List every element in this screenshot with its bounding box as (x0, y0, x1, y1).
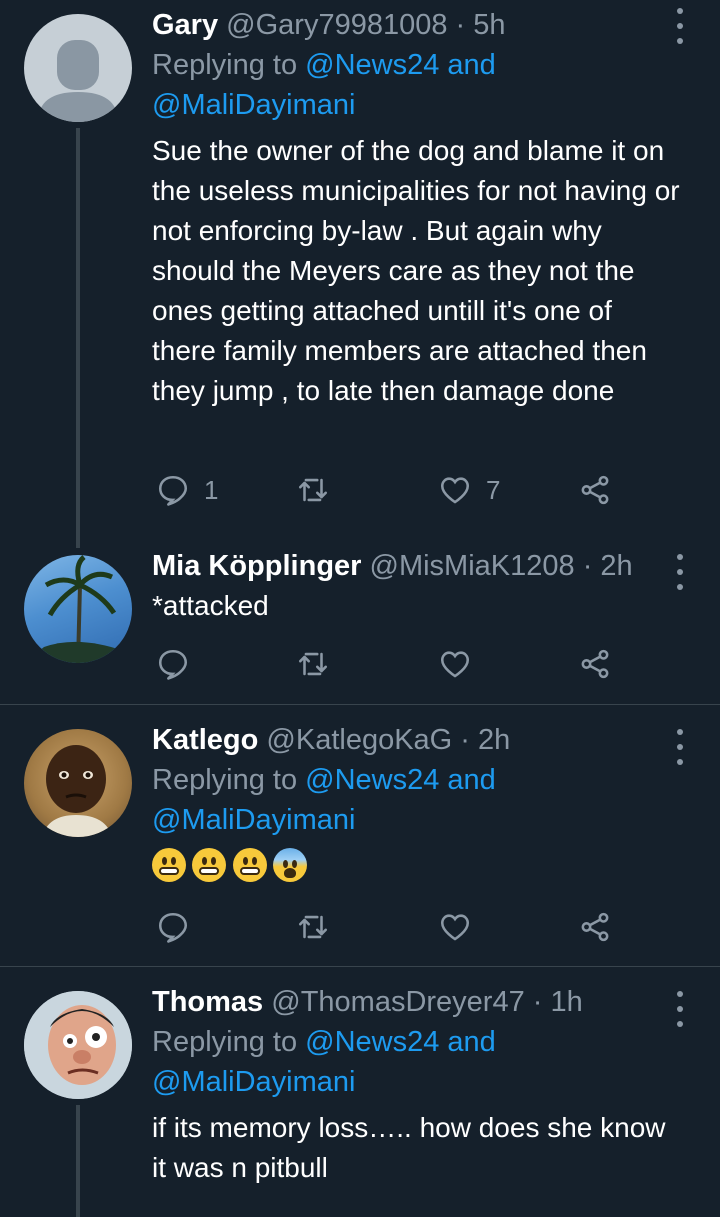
grimacing-face-icon (152, 848, 186, 882)
timestamp[interactable]: · 5h (456, 9, 506, 41)
caricature-face-image (24, 991, 132, 1099)
reply-icon (158, 475, 188, 506)
retweet-icon (298, 652, 328, 676)
handle[interactable]: @ThomasDreyer47 (271, 986, 524, 1018)
display-name[interactable]: Thomas (152, 986, 263, 1018)
avatar-mia[interactable] (24, 555, 132, 663)
display-name[interactable]: Katlego (152, 724, 258, 756)
reply-button[interactable]: 1 (156, 470, 218, 510)
retweet-icon (298, 915, 328, 939)
replying-to: Replying to @News24 and @MaliDayimani (152, 764, 496, 836)
anxious-face-with-sweat-icon (273, 848, 308, 882)
more-options-icon[interactable] (670, 8, 690, 44)
grimacing-face-icon (192, 848, 227, 882)
tweet-actions (152, 644, 632, 684)
thread-line (76, 128, 80, 548)
mention-link-malidayimani[interactable]: @MaliDayimani (152, 804, 355, 836)
more-options-icon[interactable] (670, 729, 690, 765)
like-count: 7 (486, 474, 501, 505)
mention-link-news24[interactable]: @News24 and (305, 764, 496, 796)
like-button[interactable] (438, 644, 486, 684)
tweet-header: Gary @Gary79981008 · 5h (152, 5, 680, 45)
display-name[interactable]: Mia Köpplinger (152, 550, 361, 582)
retweet-button[interactable] (296, 470, 344, 510)
avatar-thomas[interactable] (24, 991, 132, 1099)
more-options-icon[interactable] (670, 554, 690, 590)
tweet-header: Katlego @KatlegoKaG · 2h (152, 720, 680, 760)
handle[interactable]: @Gary79981008 (226, 9, 447, 41)
share-button[interactable] (578, 470, 612, 510)
emoji-row (152, 848, 680, 888)
heart-icon (440, 914, 470, 941)
reply-button[interactable] (156, 907, 204, 947)
reply-icon (158, 649, 188, 680)
tweet-header: Mia Köpplinger @MisMiaK1208 · 2h (152, 546, 680, 586)
mention-link-news24[interactable]: @News24 and (305, 1026, 496, 1058)
reply-icon (158, 912, 188, 943)
boy-photo-image (42, 745, 112, 837)
tweet-actions (152, 907, 632, 947)
tweet-text: Sue the owner of the dog and blame it on… (152, 135, 680, 406)
retweet-button[interactable] (296, 644, 344, 684)
retweet-icon (298, 478, 328, 502)
reply-button[interactable] (156, 644, 204, 684)
heart-icon (440, 651, 470, 678)
handle[interactable]: @MisMiaK1208 (370, 550, 575, 582)
replying-to: Replying to @News24 and @MaliDayimani (152, 49, 496, 121)
share-icon (581, 475, 609, 505)
handle[interactable]: @KatlegoKaG (266, 724, 452, 756)
timestamp[interactable]: · 1h (533, 986, 583, 1018)
tweet-mia[interactable]: Mia Köpplinger @MisMiaK1208 · 2h *attack… (0, 540, 720, 704)
default-avatar-icon (38, 40, 118, 122)
grimacing-face-icon (232, 848, 267, 882)
more-options-icon[interactable] (670, 991, 690, 1027)
timestamp[interactable]: · 2h (460, 724, 510, 756)
heart-icon (440, 477, 470, 504)
share-icon (581, 912, 609, 942)
replying-to: Replying to @News24 and @MaliDayimani (152, 1026, 496, 1098)
tweet-text: *attacked (152, 590, 269, 621)
like-button[interactable] (438, 907, 486, 947)
mention-link-malidayimani[interactable]: @MaliDayimani (152, 89, 355, 121)
share-icon (581, 649, 609, 679)
share-button[interactable] (578, 644, 612, 684)
thread-line (76, 1105, 80, 1217)
tweet-gary[interactable]: Gary @Gary79981008 · 5h Replying to @New… (0, 0, 720, 548)
tweet-actions: 1 7 (152, 470, 632, 510)
tweet-header: Thomas @ThomasDreyer47 · 1h (152, 982, 680, 1022)
mention-link-news24[interactable]: @News24 and (305, 49, 496, 81)
mention-link-malidayimani[interactable]: @MaliDayimani (152, 1066, 355, 1098)
avatar-default[interactable] (24, 14, 132, 122)
display-name[interactable]: Gary (152, 9, 218, 41)
avatar-katlego[interactable] (24, 729, 132, 837)
palm-tree-image (24, 555, 132, 663)
tweet-katlego[interactable]: Katlego @KatlegoKaG · 2h Replying to @Ne… (0, 705, 720, 965)
tweet-thomas[interactable]: Thomas @ThomasDreyer47 · 1h Replying to … (0, 967, 720, 1217)
retweet-button[interactable] (296, 907, 344, 947)
tweet-text: if its memory loss….. how does she know … (152, 1112, 666, 1183)
like-button[interactable]: 7 (438, 470, 500, 510)
share-button[interactable] (578, 907, 612, 947)
reply-count: 1 (204, 474, 219, 505)
timestamp[interactable]: · 2h (583, 550, 633, 582)
